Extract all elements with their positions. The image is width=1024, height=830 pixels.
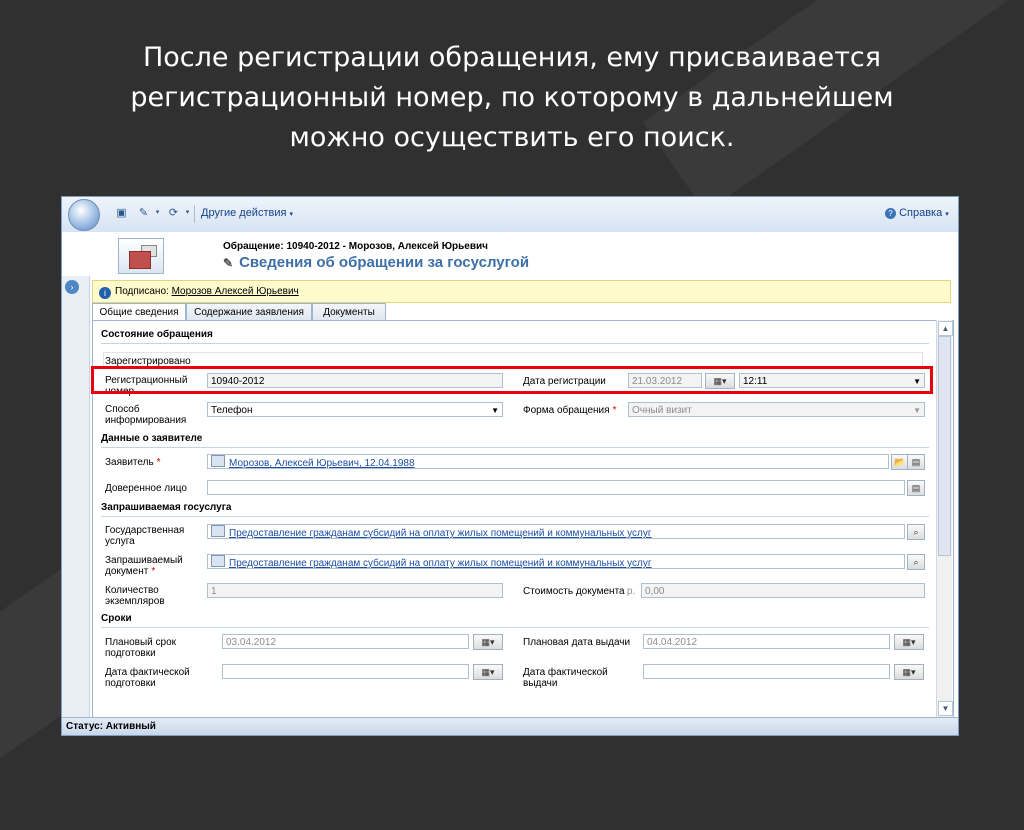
- slide-title-line: можно осуществить его поиск.: [289, 122, 735, 153]
- actual-issue-field[interactable]: [643, 664, 890, 679]
- crm-window: ▣ ✎ ▾ ⟳ ▾ Другие действия ▾ ? Справка ▾ …: [61, 196, 959, 736]
- contact-icon: [211, 455, 225, 467]
- save-icon[interactable]: ▣: [114, 206, 129, 220]
- form-type-select: Очный визит ▼: [628, 402, 925, 417]
- section-applicant: Данные о заявителе: [101, 431, 929, 448]
- edit-icon: ✎: [223, 256, 234, 270]
- actual-prep-field[interactable]: [222, 664, 469, 679]
- entity-icon: [118, 238, 164, 274]
- planned-issue-field: 04.04.2012: [643, 634, 890, 649]
- calendar-button[interactable]: ▦▾: [473, 634, 503, 650]
- expand-nav-icon[interactable]: ›: [65, 280, 79, 294]
- scroll-thumb[interactable]: [938, 336, 951, 556]
- chevron-down-icon: ▾: [289, 211, 294, 218]
- planned-issue-label: Плановая дата выдачи: [523, 637, 631, 648]
- copies-field: 1: [207, 583, 503, 598]
- planned-prep-label: Плановый срок подготовки: [105, 637, 177, 659]
- lookup-button[interactable]: ▤: [907, 454, 925, 470]
- actual-issue-label: Дата фактической выдачи: [523, 667, 608, 689]
- chevron-down-icon: ▼: [491, 406, 499, 415]
- requested-doc-lookup[interactable]: Предоставление гражданам субсидий на опл…: [207, 554, 905, 569]
- calendar-button[interactable]: ▦▾: [894, 664, 924, 680]
- section-terms: Сроки: [101, 611, 929, 628]
- dropdown-arrow-icon[interactable]: ▾: [150, 206, 165, 220]
- info-method-label: Способ информирования: [105, 404, 187, 426]
- copies-label: Количество экземпляров: [105, 585, 165, 607]
- chevron-down-icon: ▾: [945, 211, 949, 218]
- left-navigation: ›: [62, 276, 90, 718]
- other-actions-label: Другие действия: [201, 207, 287, 219]
- office-orb-button[interactable]: [68, 199, 100, 231]
- other-actions-menu[interactable]: Другие действия ▾: [201, 207, 293, 219]
- scroll-up-icon[interactable]: ▲: [938, 321, 953, 336]
- requested-doc-label: Запрашиваемый документ *: [105, 555, 183, 577]
- form-title-text: Сведения об обращении за госуслугой: [239, 254, 530, 271]
- calendar-button[interactable]: ▦▾: [894, 634, 924, 650]
- form-title: ✎ Сведения об обращении за госуслугой: [223, 254, 529, 271]
- form-type-label: Форма обращения *: [523, 405, 617, 416]
- slide-title-line: регистрационный номер, по которому в дал…: [130, 82, 894, 113]
- toolbar-separator: [194, 205, 195, 223]
- help-icon: ?: [885, 208, 896, 219]
- toolbar: ▣ ✎ ▾ ⟳ ▾ Другие действия ▾ ? Справка ▾: [62, 197, 958, 233]
- trusted-person-label: Доверенное лицо: [105, 483, 187, 494]
- search-icon[interactable]: ⌕: [907, 524, 925, 540]
- doc-cost-field: 0,00: [641, 583, 925, 598]
- section-status: Состояние обращения: [101, 327, 929, 344]
- signature-notice: i Подписано: Морозов Алексей Юрьевич: [92, 280, 951, 303]
- trusted-person-lookup[interactable]: [207, 480, 905, 495]
- currency-label: р.: [627, 586, 636, 597]
- help-label: Справка: [899, 207, 943, 219]
- chevron-down-icon: ▼: [913, 406, 921, 415]
- signer-link[interactable]: Морозов Алексей Юрьевич: [172, 286, 299, 297]
- refresh-icon[interactable]: ⟳: [166, 206, 181, 220]
- form-type-value: Очный визит: [632, 405, 692, 416]
- section-service: Запрашиваемая госуслуга: [101, 500, 929, 517]
- notice-prefix: Подписано:: [115, 286, 172, 297]
- applicant-link[interactable]: Морозов, Алексей Юрьевич, 12.04.1988: [229, 458, 415, 468]
- calendar-button[interactable]: ▦▾: [473, 664, 503, 680]
- gov-service-label: Государственная услуга: [105, 525, 185, 547]
- slide-title-line: После регистрации обращения, ему присваи…: [142, 42, 882, 73]
- gov-service-lookup[interactable]: Предоставление гражданам субсидий на опл…: [207, 524, 905, 539]
- record-header: Обращение: 10940-2012 - Морозов, Алексей…: [62, 232, 958, 276]
- doc-cost-label: Стоимость документа: [523, 586, 625, 597]
- info-method-value: Телефон: [211, 405, 253, 416]
- highlight-frame: [91, 366, 933, 394]
- lookup-button[interactable]: ▤: [907, 480, 925, 496]
- document-icon: [211, 555, 225, 567]
- gov-service-link[interactable]: Предоставление гражданам субсидий на опл…: [229, 528, 652, 538]
- dropdown-arrow-icon[interactable]: ▾: [180, 206, 195, 220]
- planned-prep-field: 03.04.2012: [222, 634, 469, 649]
- requested-doc-link[interactable]: Предоставление гражданам субсидий на опл…: [229, 558, 652, 568]
- applicant-lookup[interactable]: Морозов, Алексей Юрьевич, 12.04.1988: [207, 454, 889, 469]
- slide-title: После регистрации обращения, ему присваи…: [40, 38, 984, 158]
- service-icon: [211, 525, 225, 537]
- info-icon: i: [99, 287, 111, 299]
- status-bar: Статус: Активный: [62, 717, 958, 735]
- registered-field: [103, 352, 923, 367]
- applicant-label: Заявитель *: [105, 457, 161, 468]
- scroll-down-icon[interactable]: ▼: [938, 701, 953, 716]
- actual-prep-label: Дата фактической подготовки: [105, 667, 190, 689]
- edit-icon[interactable]: ✎: [136, 206, 151, 220]
- info-method-select[interactable]: Телефон ▼: [207, 402, 503, 417]
- search-icon[interactable]: ⌕: [907, 554, 925, 570]
- help-menu[interactable]: ? Справка ▾: [885, 207, 949, 219]
- record-subtitle: Обращение: 10940-2012 - Морозов, Алексей…: [223, 241, 488, 252]
- form-scrollbar[interactable]: ▲ ▼: [936, 320, 953, 717]
